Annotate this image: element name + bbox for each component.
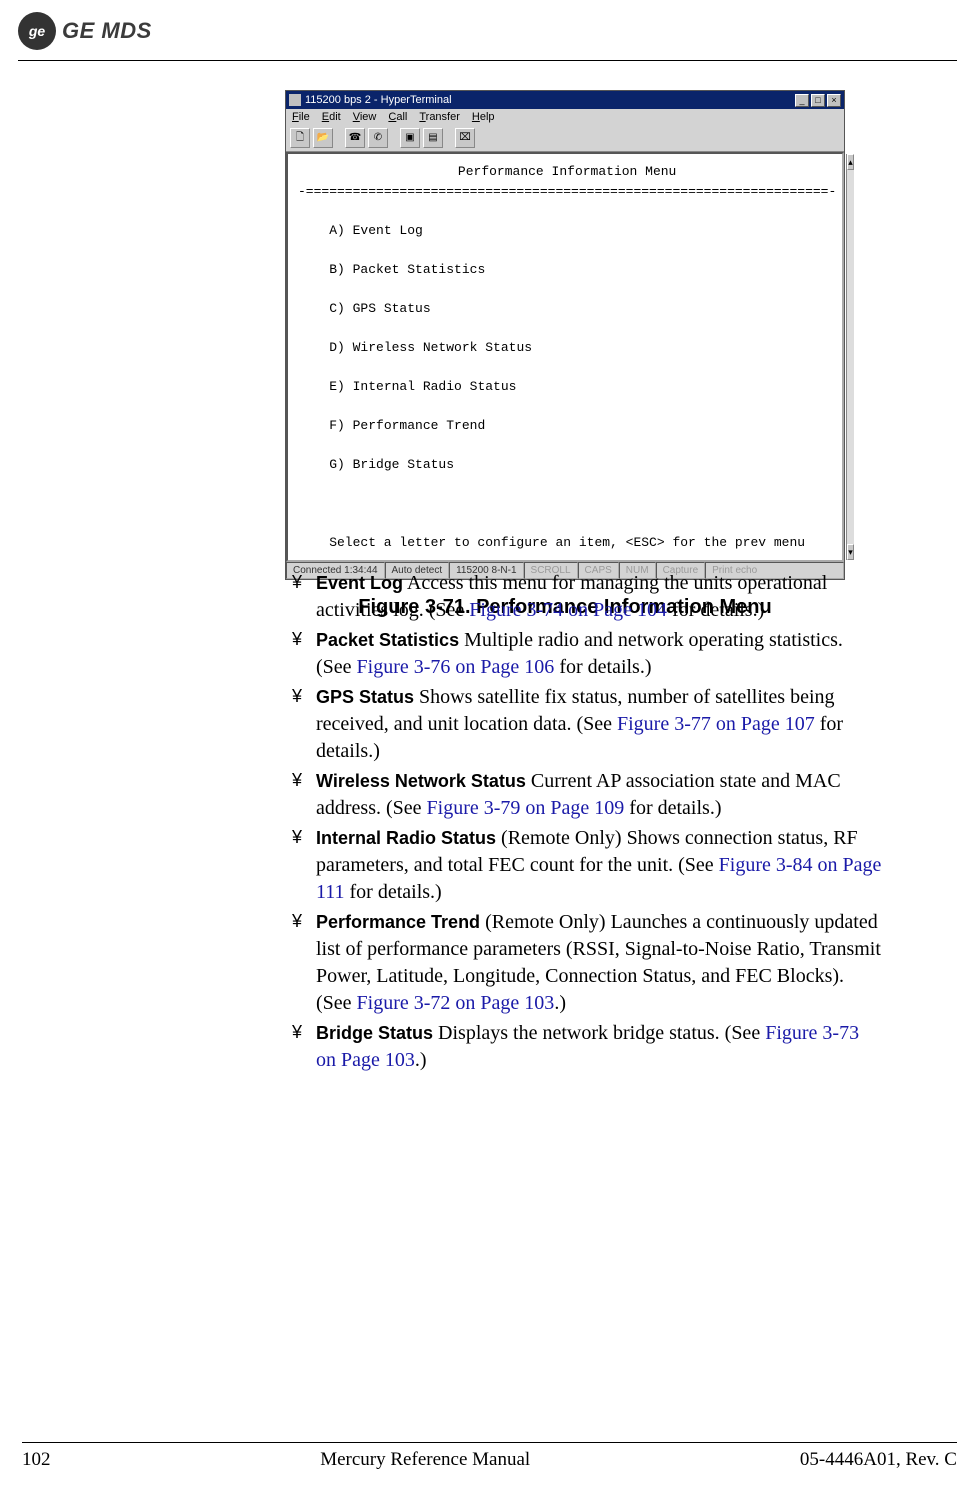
tool-receive-icon[interactable]: ▤ [423, 128, 443, 148]
screen-divider: -=======================================… [298, 184, 836, 199]
window-buttons: _ □ × [795, 94, 841, 107]
bullet-mark: ¥ [292, 684, 308, 765]
scroll-down-icon[interactable]: ▾ [847, 544, 854, 560]
tool-open-icon[interactable]: 📂 [313, 128, 333, 148]
cross-reference-link[interactable]: Figure 3-72 on Page 103 [357, 992, 555, 1014]
scroll-up-icon[interactable]: ▴ [847, 154, 854, 170]
item-text-after: for details.) [667, 599, 764, 621]
item-text-after: for details.) [345, 881, 442, 903]
cross-reference-link[interactable]: Figure 3-79 on Page 109 [427, 797, 625, 819]
menu-option-f: F) Performance Trend [329, 418, 485, 433]
bullet-mark: ¥ [292, 825, 308, 906]
brand-text: GE MDS [62, 18, 152, 44]
item-qualifier: (Remote Only) [480, 911, 606, 933]
menu-option-d: D) Wireless Network Status [329, 340, 532, 355]
menu-transfer[interactable]: Transfer [419, 111, 460, 123]
footer-page: 102 [22, 1449, 51, 1471]
list-item: ¥Bridge Status Displays the network brid… [292, 1020, 882, 1074]
menu-option-e: E) Internal Radio Status [329, 379, 516, 394]
list-item: ¥Internal Radio Status (Remote Only) Sho… [292, 825, 882, 906]
tool-send-icon[interactable]: ▣ [400, 128, 420, 148]
item-body: Bridge Status Displays the network bridg… [316, 1020, 882, 1074]
cross-reference-link[interactable]: Figure 3-74 on Page 104 [469, 599, 667, 621]
brand-header: ge GE MDS [18, 12, 152, 50]
cross-reference-link[interactable]: Figure 3-76 on Page 106 [357, 656, 555, 678]
app-icon [289, 94, 301, 106]
menu-edit[interactable]: Edit [322, 111, 341, 123]
item-body: Wireless Network Status Current AP assoc… [316, 768, 882, 822]
tool-disconnect-icon[interactable]: ✆ [368, 128, 388, 148]
figure-block: 115200 bps 2 - HyperTerminal _ □ × File … [285, 90, 845, 619]
item-term: Bridge Status [316, 1023, 433, 1043]
item-body: Packet Statistics Multiple radio and net… [316, 627, 882, 681]
page-footer: 102 Mercury Reference Manual 05-4446A01,… [22, 1442, 957, 1471]
menu-help[interactable]: Help [472, 111, 495, 123]
list-item: ¥Packet Statistics Multiple radio and ne… [292, 627, 882, 681]
menu-option-g: G) Bridge Status [329, 457, 454, 472]
menu-option-a: A) Event Log [329, 223, 423, 238]
item-term: Wireless Network Status [316, 771, 526, 791]
item-text-after: for details.) [554, 656, 651, 678]
window-titlebar: 115200 bps 2 - HyperTerminal _ □ × [286, 91, 844, 109]
menu-option-b: B) Packet Statistics [329, 262, 485, 277]
menu-call[interactable]: Call [388, 111, 407, 123]
bullet-list: ¥Event Log Access this menu for managing… [292, 570, 882, 1077]
window-title: 115200 bps 2 - HyperTerminal [305, 94, 452, 106]
item-term: Performance Trend [316, 912, 480, 932]
item-term: Internal Radio Status [316, 828, 496, 848]
minimize-icon[interactable]: _ [795, 94, 809, 107]
item-body: Internal Radio Status (Remote Only) Show… [316, 825, 882, 906]
cross-reference-link[interactable]: Figure 3-77 on Page 107 [617, 713, 815, 735]
terminal-viewport: Performance Information Menu -===========… [286, 152, 844, 562]
menu-file[interactable]: File [292, 111, 310, 123]
item-qualifier: (Remote Only) [496, 827, 622, 849]
bullet-mark: ¥ [292, 768, 308, 822]
footer-center: Mercury Reference Manual [320, 1449, 530, 1471]
bullet-mark: ¥ [292, 1020, 308, 1074]
close-icon[interactable]: × [827, 94, 841, 107]
item-body: Event Log Access this menu for managing … [316, 570, 882, 624]
item-term: GPS Status [316, 687, 414, 707]
list-item: ¥Wireless Network Status Current AP asso… [292, 768, 882, 822]
header-rule [18, 60, 957, 61]
menu-option-c: C) GPS Status [329, 301, 430, 316]
bullet-mark: ¥ [292, 570, 308, 624]
scrollbar-vertical[interactable]: ▴ ▾ [846, 154, 854, 560]
ge-logo-icon: ge [18, 12, 56, 50]
tool-props-icon[interactable]: ⌧ [455, 128, 475, 148]
tool-connect-icon[interactable]: ☎ [345, 128, 365, 148]
list-item: ¥Performance Trend (Remote Only) Launche… [292, 909, 882, 1017]
maximize-icon[interactable]: □ [811, 94, 825, 107]
footer-right: 05-4446A01, Rev. C [800, 1449, 957, 1471]
menubar: File Edit View Call Transfer Help [286, 109, 844, 125]
item-text-after: .) [415, 1049, 427, 1071]
menu-view[interactable]: View [353, 111, 377, 123]
item-text: Displays the network bridge status. (See [433, 1022, 765, 1044]
bullet-mark: ¥ [292, 909, 308, 1017]
item-text-after: for details.) [624, 797, 721, 819]
screen-title: Performance Information Menu [298, 162, 836, 182]
list-item: ¥GPS Status Shows satellite fix status, … [292, 684, 882, 765]
list-item: ¥Event Log Access this menu for managing… [292, 570, 882, 624]
item-body: GPS Status Shows satellite fix status, n… [316, 684, 882, 765]
item-term: Event Log [316, 573, 403, 593]
bullet-mark: ¥ [292, 627, 308, 681]
item-term: Packet Statistics [316, 630, 459, 650]
item-body: Performance Trend (Remote Only) Launches… [316, 909, 882, 1017]
hyperterminal-window: 115200 bps 2 - HyperTerminal _ □ × File … [285, 90, 845, 580]
tool-new-icon[interactable]: 🗋 [290, 128, 310, 148]
screen-prompt: Select a letter to configure an item, <E… [298, 533, 836, 553]
toolbar: 🗋 📂 ☎ ✆ ▣ ▤ ⌧ [286, 125, 844, 152]
terminal-text: Performance Information Menu -===========… [288, 154, 846, 560]
item-text-after: .) [554, 992, 566, 1014]
